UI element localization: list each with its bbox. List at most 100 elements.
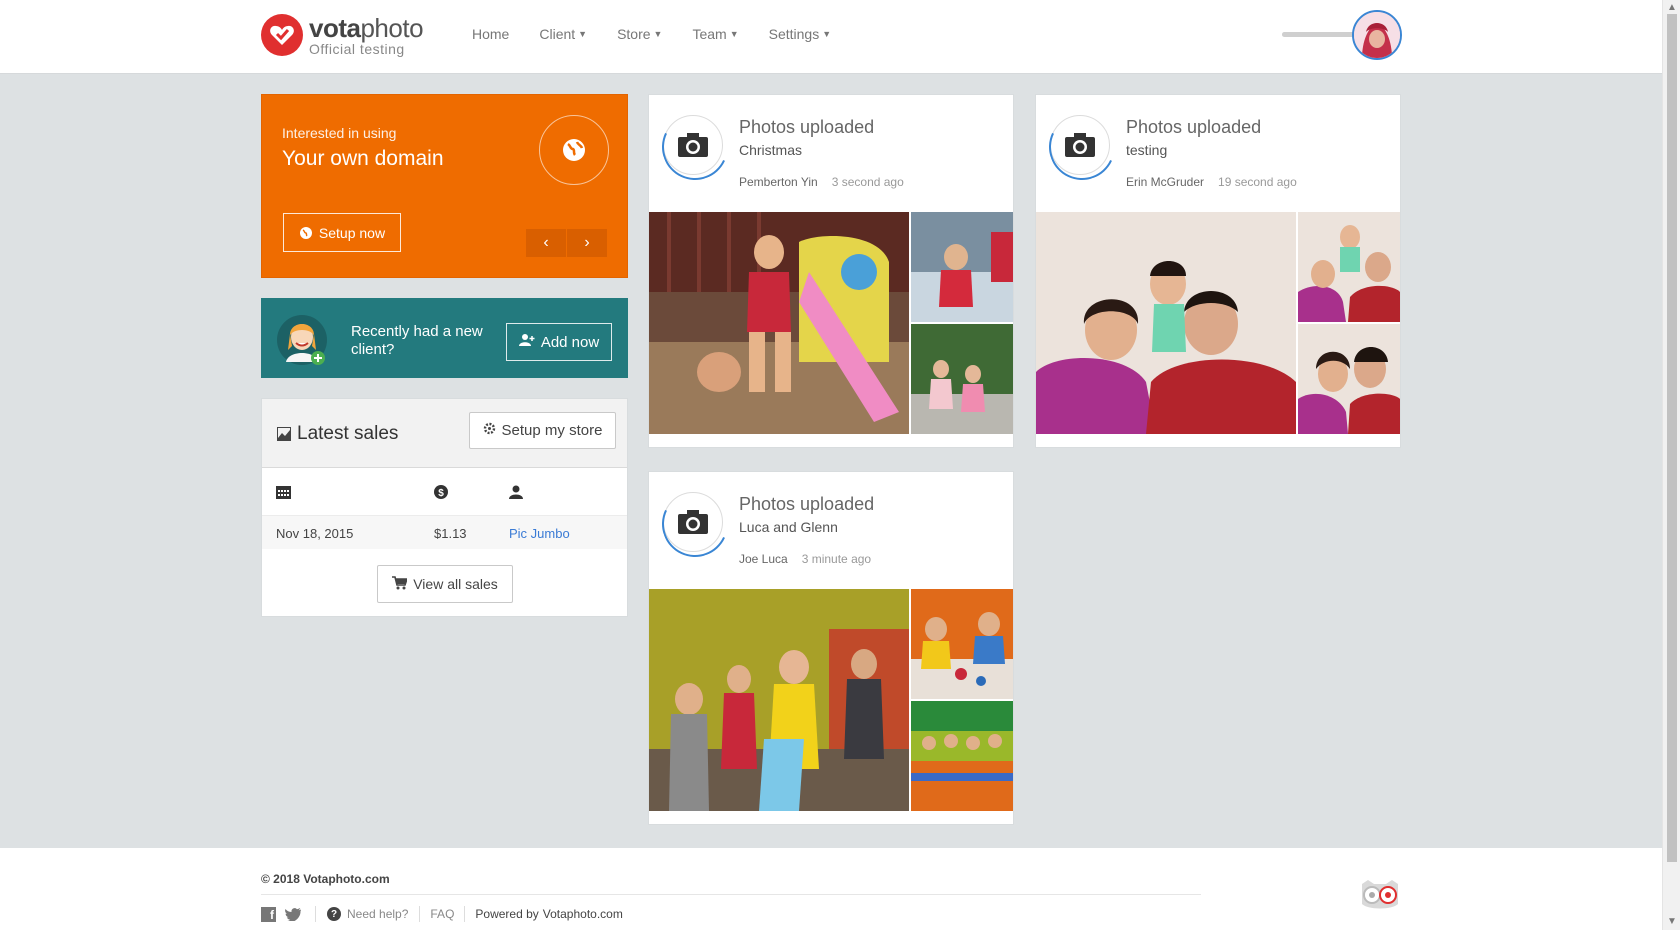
nav-team[interactable]: Team ▼ — [692, 26, 738, 42]
logo-subtitle: Official testing — [309, 40, 405, 57]
photo-thumbnail[interactable] — [911, 589, 1013, 699]
page-footer: © 2018 Votaphoto.com f ? Need help? FAQ … — [0, 848, 1662, 930]
photo-thumbnail[interactable] — [649, 589, 909, 811]
photo-thumbnail[interactable] — [1036, 212, 1296, 434]
latest-sales-heading: Latest sales — [277, 423, 398, 445]
camera-icon — [663, 115, 723, 175]
photo-thumbnail[interactable] — [649, 212, 909, 434]
footer-links: f ? Need help? FAQ Powered by Votaphoto.… — [261, 906, 623, 922]
feed-card[interactable]: Photos uploaded Luca and Glenn Joe Luca 3… — [648, 471, 1014, 825]
help-icon[interactable]: ? — [327, 907, 341, 921]
sales-table-header: $ — [262, 485, 627, 511]
uploader-name[interactable]: Erin McGruder — [1126, 175, 1204, 189]
sale-amount: $1.13 — [434, 526, 467, 541]
facebook-icon[interactable]: f — [261, 906, 276, 922]
photo-thumbnail[interactable] — [911, 324, 1013, 434]
main-nav: Home Client ▼ Store ▼ Team ▼ Settings ▼ — [472, 26, 861, 42]
cart-icon — [392, 575, 409, 593]
caret-down-icon: ▼ — [578, 29, 588, 39]
photo-thumbnail[interactable] — [911, 701, 1013, 811]
gear-icon — [483, 422, 496, 439]
photo-collage[interactable] — [1036, 212, 1400, 434]
footer-separator — [315, 906, 316, 922]
uploader-name[interactable]: Pemberton Yin — [739, 175, 818, 189]
uploader-name[interactable]: Joe Luca — [739, 552, 788, 566]
page-scrollbar[interactable]: ▲ ▼ — [1662, 0, 1680, 930]
promo-heading: Your own domain — [282, 147, 444, 170]
caret-down-icon: ▼ — [822, 29, 832, 39]
card-title: Photos uploaded — [1126, 117, 1262, 137]
photo-thumbnail[interactable] — [1298, 212, 1400, 322]
feed-card[interactable]: Photos uploaded Christmas Pemberton Yin 3… — [648, 94, 1014, 448]
user-avatar[interactable] — [1352, 10, 1402, 60]
footer-divider — [261, 894, 1201, 895]
photo-collage[interactable] — [649, 589, 1013, 811]
view-all-sales-button[interactable]: View all sales — [377, 565, 513, 603]
promo-prev-button[interactable]: ‹ — [526, 229, 566, 257]
caret-down-icon: ▼ — [653, 29, 663, 39]
nav-store[interactable]: Store ▼ — [617, 26, 662, 42]
camera-icon — [1050, 115, 1110, 175]
dollar-icon: $ — [434, 485, 448, 504]
new-client-panel: Recently had a new client? Add now — [261, 298, 628, 378]
footer-separator — [464, 906, 466, 922]
globe-icon — [299, 226, 312, 239]
card-title: Photos uploaded — [739, 494, 875, 514]
upload-time: 3 minute ago — [801, 552, 872, 566]
heart-logo-icon — [261, 14, 303, 56]
caret-down-icon: ▼ — [729, 29, 739, 39]
photo-thumbnail[interactable] — [1298, 324, 1400, 434]
powered-by-text: Powered by — [475, 907, 539, 921]
promo-next-button[interactable]: › — [567, 229, 607, 257]
domain-promo-panel: Interested in using Your own domain Setu… — [261, 94, 628, 278]
photo-thumbnail[interactable] — [911, 212, 1013, 322]
scroll-up-icon[interactable]: ▲ — [1667, 2, 1677, 13]
client-illustration-icon — [276, 310, 328, 366]
globe-icon — [539, 115, 609, 185]
promo-caption: Interested in using — [282, 125, 397, 141]
table-row: Nov 18, 2015 $1.13 Pic Jumbo — [262, 515, 627, 549]
nav-settings[interactable]: Settings ▼ — [769, 26, 832, 42]
feed-card[interactable]: Photos uploaded testing Erin McGruder 19 … — [1035, 94, 1401, 448]
top-navbar: votaphoto Official testing Home Client ▼ … — [0, 0, 1662, 74]
card-meta: Joe Luca 3 minute ago — [739, 552, 871, 566]
upload-time: 19 second ago — [1218, 175, 1297, 189]
twitter-icon[interactable] — [285, 907, 301, 921]
card-title: Photos uploaded — [739, 117, 875, 137]
svg-text:$: $ — [438, 488, 444, 499]
logo-name: votaphoto — [309, 12, 424, 43]
owl-mascot-icon[interactable] — [1358, 878, 1402, 915]
sale-customer-link[interactable]: Pic Jumbo — [509, 526, 570, 541]
album-name[interactable]: Christmas — [739, 142, 802, 158]
photo-collage[interactable] — [649, 212, 1013, 434]
card-meta: Erin McGruder 19 second ago — [1126, 175, 1297, 189]
chevron-right-icon: › — [584, 234, 590, 251]
add-client-button[interactable]: Add now — [506, 323, 612, 361]
chevron-left-icon: ‹ — [543, 234, 549, 251]
scroll-thumb[interactable] — [1667, 14, 1677, 862]
setup-store-button[interactable]: Setup my store — [469, 412, 616, 449]
album-name[interactable]: Luca and Glenn — [739, 519, 838, 535]
sale-date: Nov 18, 2015 — [276, 526, 354, 541]
upload-time: 3 second ago — [831, 175, 904, 189]
copyright-text: © 2018 Votaphoto.com — [261, 872, 390, 886]
footer-separator — [419, 906, 421, 922]
camera-icon — [663, 492, 723, 552]
album-name[interactable]: testing — [1126, 142, 1167, 158]
setup-domain-button[interactable]: Setup now — [283, 213, 401, 252]
new-client-prompt: Recently had a new client? — [351, 323, 483, 358]
add-user-icon — [518, 333, 535, 351]
scroll-down-icon[interactable]: ▼ — [1667, 916, 1677, 927]
faq-link[interactable]: FAQ — [430, 907, 454, 921]
card-meta: Pemberton Yin 3 second ago — [739, 175, 904, 189]
need-help-link[interactable]: Need help? — [347, 907, 408, 921]
chart-icon — [277, 427, 291, 441]
powered-by-link[interactable]: Votaphoto.com — [543, 907, 623, 921]
user-progress-bar — [1282, 32, 1356, 37]
user-icon — [509, 485, 523, 504]
votaphoto-logo[interactable]: votaphoto Official testing — [261, 12, 424, 57]
latest-sales-panel: Latest sales Setup my store $ Nov 18, 20… — [261, 398, 628, 617]
nav-client[interactable]: Client ▼ — [539, 26, 587, 42]
calendar-icon — [276, 485, 291, 504]
nav-home[interactable]: Home — [472, 26, 509, 42]
